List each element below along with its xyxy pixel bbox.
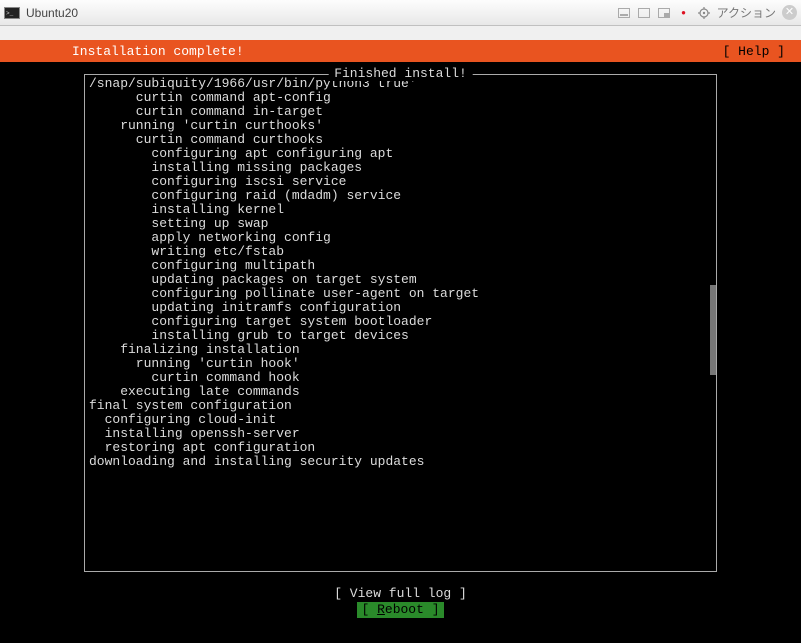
window-titlebar: >_ Ubuntu20 ● アクション ✕ bbox=[0, 0, 801, 26]
action-menu-label[interactable]: アクション bbox=[717, 6, 776, 20]
window-title: Ubuntu20 bbox=[26, 6, 78, 20]
action-area: [ View full log ] [ Reboot ] bbox=[84, 586, 717, 618]
log-scrollbar[interactable] bbox=[710, 285, 716, 375]
installer-title: Installation complete! bbox=[72, 44, 244, 59]
svg-text:>_: >_ bbox=[6, 10, 14, 17]
fullscreen-icon[interactable] bbox=[657, 6, 671, 20]
install-area: Finished install! /snap/subiquity/1966/u… bbox=[0, 62, 801, 618]
titlebar-controls: ● アクション ✕ bbox=[617, 5, 797, 20]
help-button[interactable]: [ Help ] bbox=[723, 44, 785, 59]
send-keys-icon[interactable] bbox=[617, 6, 631, 20]
log-box-title: Finished install! bbox=[328, 66, 473, 81]
install-log-lines: /snap/subiquity/1966/usr/bin/python3 tru… bbox=[89, 75, 712, 469]
gear-icon[interactable] bbox=[697, 6, 711, 20]
reboot-button[interactable]: [ Reboot ] bbox=[357, 602, 443, 618]
record-icon[interactable]: ● bbox=[677, 6, 691, 20]
vm-console-icon: >_ bbox=[4, 6, 20, 20]
view-full-log-button[interactable]: [ View full log ] bbox=[330, 586, 471, 602]
close-icon[interactable]: ✕ bbox=[782, 5, 797, 20]
install-log-box: Finished install! /snap/subiquity/1966/u… bbox=[84, 74, 717, 572]
installer-header: Installation complete! [ Help ] bbox=[0, 40, 801, 62]
pip-icon[interactable] bbox=[637, 6, 651, 20]
terminal-area: Installation complete! [ Help ] Finished… bbox=[0, 40, 801, 643]
